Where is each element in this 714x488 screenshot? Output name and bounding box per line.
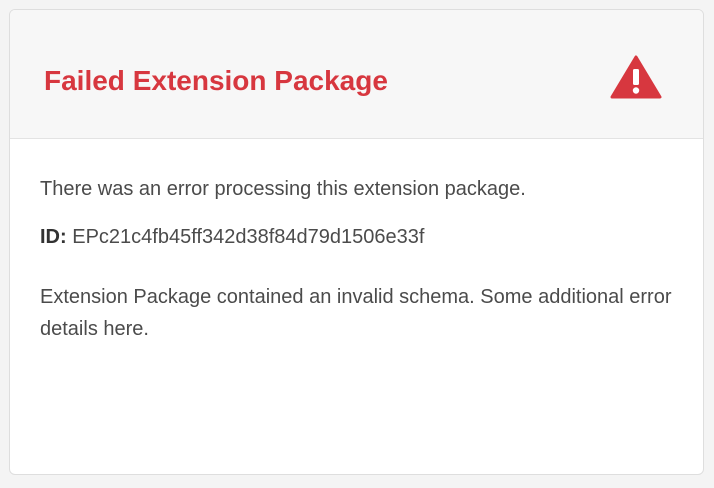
id-value: EPc21c4fb45ff342d38f84d79d1506e33f	[72, 226, 425, 248]
card-body: There was an error processing this exten…	[40, 173, 680, 345]
card-header: Failed Extension Package	[10, 10, 703, 139]
id-label: ID:	[40, 226, 67, 248]
package-id: ID: EPc21c4fb45ff342d38f84d79d1506e33f	[40, 221, 680, 253]
error-card: Failed Extension Package There was an er…	[9, 9, 704, 475]
card-title: Failed Extension Package	[44, 65, 388, 96]
error-message: There was an error processing this exten…	[40, 178, 526, 200]
alert-icon	[610, 55, 662, 99]
error-details: Extension Package contained an invalid s…	[40, 286, 672, 340]
